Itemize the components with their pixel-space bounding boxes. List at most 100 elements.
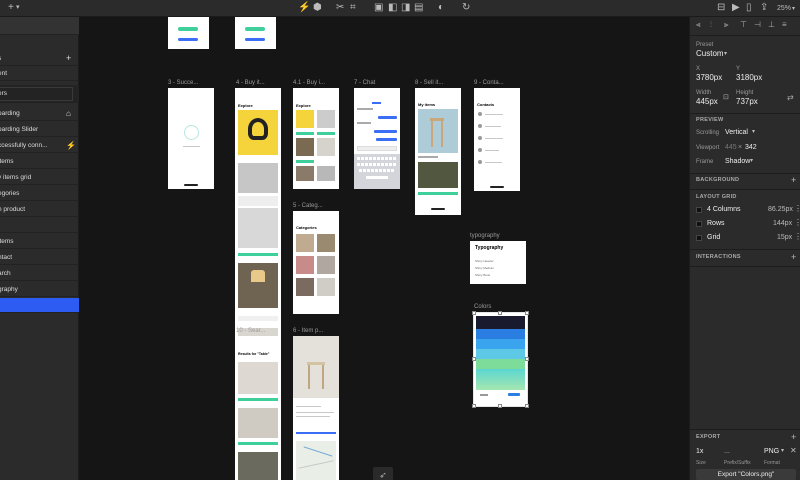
subtract-icon[interactable]: ◧ — [388, 2, 397, 14]
layer-item[interactable]: oarding ⌂ — [0, 106, 79, 121]
preset-dropdown[interactable]: Custom — [696, 49, 724, 59]
artboard-label[interactable]: 8 - Sell it... — [415, 80, 443, 86]
design-canvas[interactable]: 3 - Succe... 4 - Buy it... 4.1 - Buy i..… — [79, 17, 689, 480]
layer-item-selected[interactable] — [0, 298, 79, 313]
artboard-label[interactable]: 7 - Chat — [354, 80, 375, 86]
layer-item[interactable]: arch — [0, 266, 79, 281]
close-icon[interactable]: ✕ — [790, 446, 797, 455]
y-field[interactable]: 3180px — [736, 73, 762, 83]
rocket-icon[interactable]: ➶ — [373, 467, 393, 480]
artboard-label[interactable]: 4 - Buy it... — [236, 80, 265, 86]
grid-checkbox[interactable] — [696, 235, 702, 241]
height-field[interactable]: 737px — [736, 97, 758, 107]
mobile-icon[interactable]: ▯ — [746, 2, 752, 14]
scissors-icon[interactable]: ✂ — [336, 2, 344, 14]
selection-handle[interactable] — [498, 404, 502, 408]
add-export-icon[interactable]: + — [791, 432, 796, 442]
lock-icon[interactable]: ⊡ — [723, 93, 729, 101]
layers-search[interactable]: ers — [0, 85, 79, 103]
artboard-label[interactable]: 5 - Categ... — [293, 203, 323, 209]
rows-checkbox[interactable] — [696, 221, 702, 227]
more-icon[interactable]: ⋮ — [794, 204, 800, 213]
exclude-icon[interactable]: ▤ — [414, 2, 423, 14]
chevron-down-icon[interactable]: ▾ — [792, 3, 795, 15]
export-button[interactable]: Export "Colors.png" — [696, 469, 796, 480]
layer-item[interactable]: t — [0, 218, 79, 233]
export-format-dropdown[interactable]: PNG — [764, 447, 779, 457]
chevron-down-icon[interactable]: ▾ — [750, 157, 753, 164]
layer-item[interactable]: ccessfully conn... ⚡ — [0, 138, 79, 153]
artboard-label[interactable]: 10 - Sear... — [236, 328, 265, 334]
intersect-icon[interactable]: ◨ — [401, 2, 410, 14]
layer-item[interactable]: egories — [0, 186, 79, 201]
artboard-categories[interactable]: Categories — [293, 211, 339, 314]
artboard-buy-grid[interactable]: Explore — [293, 88, 339, 189]
lightning-icon[interactable]: ⚡ — [298, 2, 310, 14]
selection-handle[interactable] — [472, 357, 476, 361]
layer-item[interactable]: oarding Slider — [0, 122, 79, 137]
layer-item[interactable]: items — [0, 154, 79, 169]
artboard-label[interactable]: 6 - Item p... — [293, 328, 323, 334]
chevron-down-icon[interactable]: ▾ — [16, 2, 20, 14]
viewport-height[interactable]: 342 — [745, 143, 757, 153]
artboard-label[interactable]: 4.1 - Buy i... — [293, 80, 325, 86]
align-middle-icon[interactable]: ⊣ — [754, 20, 761, 29]
layer-item[interactable]: items — [0, 234, 79, 249]
artboard-colors[interactable] — [473, 312, 528, 407]
distribute-icon[interactable]: ≡ — [782, 20, 787, 29]
chevron-down-icon[interactable]: ▾ — [781, 447, 784, 454]
selection-handle[interactable] — [472, 311, 476, 315]
artboard-typography[interactable]: Typography Shiny Heavier Shiny Medium Sh… — [470, 241, 526, 284]
plus-icon[interactable]: + — [66, 51, 71, 65]
artboard-search[interactable]: Results for "Table" — [235, 336, 281, 480]
align-icon[interactable]: ⊟ — [717, 2, 725, 14]
export-suffix-field[interactable]: ... — [724, 447, 730, 457]
artboard-label[interactable]: 3 - Succe... — [168, 80, 198, 86]
selection-handle[interactable] — [498, 311, 502, 315]
layer-item[interactable]: n product — [0, 202, 79, 217]
add-interaction-icon[interactable]: + — [791, 252, 796, 262]
layer-item[interactable]: y items grid — [0, 170, 79, 185]
export-scale-field[interactable]: 1x — [696, 447, 703, 457]
align-bottom-icon[interactable]: ⊥ — [768, 20, 775, 29]
artboard-contacts[interactable]: Contacts — [474, 88, 520, 191]
align-center-icon[interactable]: ⫶ — [710, 20, 712, 30]
share-icon[interactable]: ⇪ — [760, 2, 768, 14]
width-field[interactable]: 445px — [696, 97, 718, 107]
align-left-icon[interactable]: ⫷ — [696, 20, 701, 30]
layer-item[interactable]: ntact — [0, 250, 79, 265]
artboard-label[interactable]: 9 - Conta... — [474, 80, 504, 86]
viewport-width[interactable]: 445 — [725, 143, 737, 153]
artboard-partial[interactable] — [235, 17, 276, 49]
artboard-item[interactable] — [293, 336, 339, 480]
align-top-icon[interactable]: ⊤ — [740, 20, 747, 29]
crop-icon[interactable]: ⌗ — [350, 2, 356, 14]
x-field[interactable]: 3780px — [696, 73, 722, 83]
frame-dropdown[interactable]: Shadow — [725, 157, 750, 167]
layer-item[interactable]: ent — [0, 66, 79, 81]
artboard-label[interactable]: typography — [470, 233, 500, 239]
repeat-icon[interactable]: ↻ — [462, 2, 470, 14]
layer-item[interactable]: graphy — [0, 282, 79, 297]
swap-icon[interactable]: ⇄ — [787, 93, 794, 102]
component-icon[interactable]: ⬢ — [313, 2, 322, 14]
more-icon[interactable]: ⋮ — [794, 218, 800, 227]
more-icon[interactable]: ⋮ — [794, 232, 800, 241]
chevron-down-icon[interactable]: ▾ — [724, 50, 727, 57]
play-icon[interactable]: ▶ — [732, 2, 740, 14]
columns-checkbox[interactable] — [696, 207, 702, 213]
align-right-icon[interactable]: ⫸ — [724, 20, 729, 30]
union-icon[interactable]: ▣ — [374, 2, 383, 14]
plus-icon[interactable]: + — [8, 2, 14, 14]
zoom-level[interactable]: 25% — [777, 3, 791, 15]
selection-handle[interactable] — [525, 311, 529, 315]
artboard-label[interactable]: Colors — [474, 304, 491, 310]
artboard-chat[interactable] — [354, 88, 400, 189]
selection-handle[interactable] — [525, 357, 529, 361]
selection-handle[interactable] — [472, 404, 476, 408]
add-background-icon[interactable]: + — [791, 175, 796, 185]
artboard-partial[interactable] — [168, 17, 209, 49]
chevron-down-icon[interactable]: ▾ — [752, 128, 755, 135]
mask-icon[interactable]: ◐ — [438, 2, 444, 14]
artboard-success[interactable] — [168, 88, 214, 189]
